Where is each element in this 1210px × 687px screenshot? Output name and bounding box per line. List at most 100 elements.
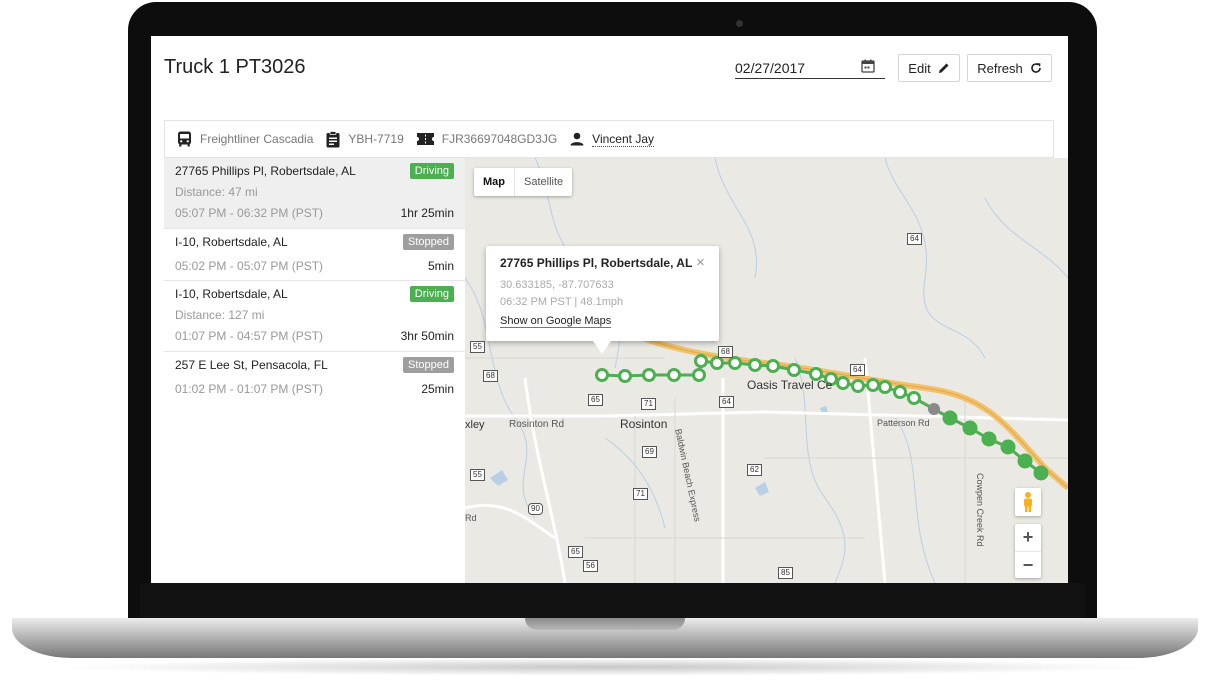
vehicle-vin: FJR36697048GD3JG bbox=[416, 132, 557, 146]
trip-segment-list: 27765 Phillips Pl, Robertsdale, AL Drivin… bbox=[164, 158, 466, 583]
route-point-marker[interactable] bbox=[710, 356, 724, 370]
road-shield: 64 bbox=[719, 396, 734, 408]
close-icon[interactable]: × bbox=[696, 254, 705, 271]
road-shield: 71 bbox=[633, 488, 648, 500]
map-label-rd: Rd bbox=[465, 513, 477, 523]
vehicle-plate: YBH-7719 bbox=[326, 130, 404, 148]
road-shield: 62 bbox=[747, 464, 762, 476]
road-shield: 64 bbox=[850, 364, 865, 376]
popup-coordinates: 30.633185, -87.707633 bbox=[500, 279, 614, 291]
map-label-oasis: Oasis Travel Ce bbox=[747, 378, 833, 392]
route-point-marker[interactable] bbox=[981, 431, 997, 447]
segment-distance: Distance: 127 mi bbox=[175, 308, 265, 322]
route-map[interactable]: Rosinton Rosinton Rd xley Oasis Travel C… bbox=[465, 158, 1068, 583]
vehicle-driver[interactable]: Vincent Jay bbox=[570, 132, 654, 147]
segment-time: 01:02 PM - 01:07 PM (PST) bbox=[175, 382, 324, 396]
status-badge: Driving bbox=[409, 286, 454, 302]
edit-label: Edit bbox=[908, 60, 931, 76]
road-shield: 85 bbox=[778, 567, 793, 579]
route-point-marker[interactable] bbox=[766, 359, 780, 373]
ticket-icon bbox=[416, 133, 434, 145]
route-point-marker[interactable] bbox=[851, 379, 865, 393]
zoom-in-button[interactable]: + bbox=[1015, 524, 1041, 552]
route-point-marker[interactable] bbox=[836, 376, 850, 390]
route-stop-marker[interactable] bbox=[928, 403, 940, 415]
segment-duration: 5min bbox=[427, 259, 454, 273]
road-shield: 65 bbox=[588, 394, 603, 406]
list-item[interactable]: 27765 Phillips Pl, Robertsdale, AL Drivin… bbox=[164, 158, 465, 229]
segment-address: 257 E Lee St, Pensacola, FL bbox=[175, 358, 328, 372]
refresh-label: Refresh bbox=[977, 60, 1023, 76]
road-shield: 65 bbox=[568, 546, 583, 558]
map-label-cowpen: Cowpen Creek Rd bbox=[975, 473, 985, 547]
route-point-marker[interactable] bbox=[1000, 439, 1016, 455]
laptop-notch bbox=[525, 618, 685, 630]
segment-address: I-10, Robertsdale, AL bbox=[175, 235, 288, 249]
route-point-marker[interactable] bbox=[866, 378, 880, 392]
road-shield: 56 bbox=[583, 560, 598, 572]
route-point-marker[interactable] bbox=[907, 391, 921, 405]
pencil-icon bbox=[938, 63, 949, 73]
road-shield: 90 bbox=[528, 503, 543, 515]
route-point-marker[interactable] bbox=[893, 385, 907, 399]
route-point-marker[interactable] bbox=[618, 369, 632, 383]
route-point-marker[interactable] bbox=[787, 363, 801, 377]
route-point-marker[interactable] bbox=[942, 410, 958, 426]
map-label-patterson: Patterson Rd bbox=[877, 418, 930, 428]
google-maps-link[interactable]: Show on Google Maps bbox=[500, 315, 612, 328]
clipboard-icon bbox=[326, 130, 340, 147]
laptop-shadow bbox=[60, 658, 1150, 676]
segment-duration: 25min bbox=[421, 382, 454, 396]
route-point-marker[interactable] bbox=[595, 368, 609, 382]
route-point-marker[interactable] bbox=[667, 368, 681, 382]
zoom-control: + − bbox=[1015, 524, 1041, 578]
edit-button[interactable]: Edit bbox=[898, 54, 960, 82]
driver-name[interactable]: Vincent Jay bbox=[592, 132, 654, 147]
route-point-marker[interactable] bbox=[642, 368, 656, 382]
segment-distance: Distance: 47 mi bbox=[175, 185, 258, 199]
route-point-marker[interactable] bbox=[1033, 465, 1049, 481]
segment-time: 05:07 PM - 06:32 PM (PST) bbox=[175, 206, 324, 220]
route-point-marker[interactable] bbox=[728, 356, 742, 370]
street-view-pegman-icon[interactable] bbox=[1015, 488, 1041, 516]
segment-time: 05:02 PM - 05:07 PM (PST) bbox=[175, 259, 324, 273]
app-screen: Truck 1 PT3026 02/27/2017 Edit Refresh F… bbox=[151, 36, 1068, 583]
road-shield: 71 bbox=[641, 398, 656, 410]
vehicle-plate-text: YBH-7719 bbox=[348, 132, 404, 146]
popup-detail: 06:32 PM PST | 48.1mph bbox=[500, 296, 624, 308]
map-label-rosinton: Rosinton bbox=[620, 417, 668, 431]
page-title: Truck 1 PT3026 bbox=[164, 56, 306, 78]
vehicle-model: Freightliner Cascadia bbox=[177, 131, 313, 147]
bus-icon bbox=[178, 131, 191, 147]
list-item[interactable]: 257 E Lee St, Pensacola, FL Stopped 01:02… bbox=[164, 352, 465, 404]
road-shield: 55 bbox=[470, 469, 485, 481]
calendar-icon[interactable] bbox=[861, 59, 875, 73]
vehicle-info-bar: Freightliner Cascadia YBH-7719 FJR366970… bbox=[164, 120, 1054, 158]
route-point-marker[interactable] bbox=[694, 354, 708, 368]
camera-icon bbox=[736, 20, 743, 27]
route-point-marker[interactable] bbox=[962, 420, 978, 436]
list-item[interactable]: I-10, Robertsdale, AL Driving Distance: 1… bbox=[164, 281, 465, 352]
date-picker[interactable]: 02/27/2017 bbox=[735, 58, 885, 79]
list-item[interactable]: I-10, Robertsdale, AL Stopped 05:02 PM - … bbox=[164, 229, 465, 281]
road-shield: 64 bbox=[907, 233, 922, 245]
zoom-out-button[interactable]: − bbox=[1015, 552, 1041, 579]
route-point-marker[interactable] bbox=[1017, 453, 1033, 469]
route-point-marker[interactable] bbox=[878, 380, 892, 394]
segment-time: 01:07 PM - 04:57 PM (PST) bbox=[175, 329, 324, 343]
map-type-map-button[interactable]: Map bbox=[474, 168, 514, 196]
date-value: 02/27/2017 bbox=[735, 60, 806, 76]
location-popup: 27765 Phillips Pl, Robertsdale, AL × 30.… bbox=[486, 246, 719, 354]
route-point-marker[interactable] bbox=[748, 358, 762, 372]
segment-address: 27765 Phillips Pl, Robertsdale, AL bbox=[175, 164, 356, 178]
status-badge: Stopped bbox=[403, 234, 454, 250]
route-point-marker[interactable] bbox=[692, 368, 706, 382]
status-badge: Driving bbox=[409, 163, 454, 179]
road-shield: 68 bbox=[483, 370, 498, 382]
refresh-button[interactable]: Refresh bbox=[967, 54, 1052, 82]
popup-title: 27765 Phillips Pl, Robertsdale, AL bbox=[500, 256, 693, 270]
segment-duration: 3hr 50min bbox=[400, 329, 454, 343]
map-label-rosinton-rd: Rosinton Rd bbox=[509, 419, 565, 430]
map-type-satellite-button[interactable]: Satellite bbox=[514, 168, 572, 196]
road-shield: 69 bbox=[642, 446, 657, 458]
